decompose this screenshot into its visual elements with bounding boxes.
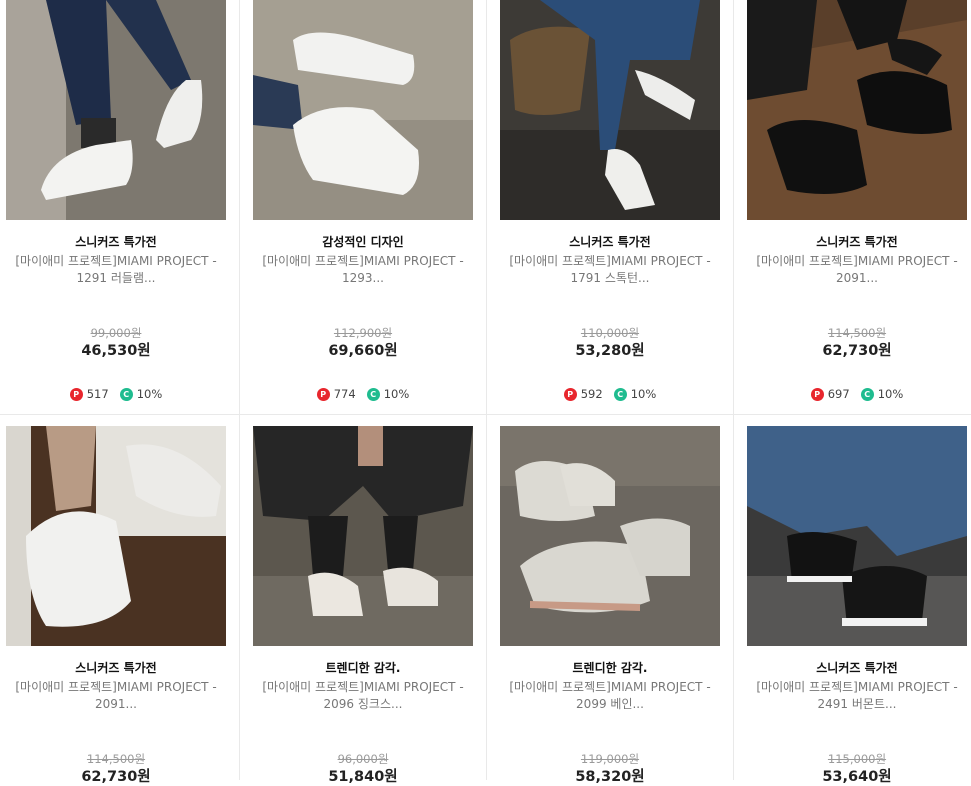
original-price: 112,900원 [333, 326, 393, 340]
product-image[interactable] [253, 426, 473, 646]
product-image[interactable] [747, 426, 967, 646]
grid-divider [733, 0, 734, 780]
coupon-value: 10% [630, 387, 657, 401]
coupon-icon: C [119, 387, 133, 401]
reward-row: P 697 C 10% [739, 387, 971, 401]
product-title[interactable]: 트렌디한 감각. [245, 660, 481, 676]
coupon-value: 10% [877, 387, 904, 401]
product-card[interactable]: 스니커즈 특가전 [마이애미 프로젝트]MIAMI PROJECT - 2091… [747, 0, 967, 401]
product-description[interactable]: [마이애미 프로젝트]MIAMI PROJECT - 2099 베인... [492, 679, 728, 713]
coupon-icon: C [860, 387, 874, 401]
product-card[interactable]: 스니커즈 특가전 [마이애미 프로젝트]MIAMI PROJECT - 2091… [6, 426, 226, 786]
points-icon: P [810, 387, 824, 401]
reward-row: P 592 C 10% [492, 387, 728, 401]
original-price: 119,000원 [580, 752, 640, 766]
original-price: 114,500원 [827, 326, 887, 340]
product-description[interactable]: [마이애미 프로젝트]MIAMI PROJECT - 1291 러들램... [0, 253, 234, 287]
sale-price: 51,840원 [328, 769, 398, 785]
product-image[interactable] [6, 0, 226, 220]
points-value: 517 [86, 387, 109, 401]
product-grid: 스니커즈 특가전 [마이애미 프로젝트]MIAMI PROJECT - 1291… [0, 0, 971, 785]
points-icon: P [316, 387, 330, 401]
points-value: 697 [827, 387, 850, 401]
product-description[interactable]: [마이애미 프로젝트]MIAMI PROJECT - 2091... [739, 253, 971, 287]
sale-price: 53,640원 [822, 769, 892, 785]
product-title[interactable]: 스니커즈 특가전 [739, 660, 971, 676]
product-image[interactable] [6, 426, 226, 646]
original-price: 114,500원 [86, 752, 146, 766]
product-card[interactable]: 감성적인 디자인 [마이애미 프로젝트]MIAMI PROJECT - 1293… [253, 0, 473, 401]
product-card[interactable]: 스니커즈 특가전 [마이애미 프로젝트]MIAMI PROJECT - 1791… [500, 0, 720, 401]
product-card[interactable]: 스니커즈 특가전 [마이애미 프로젝트]MIAMI PROJECT - 1291… [6, 0, 226, 401]
product-image[interactable] [253, 0, 473, 220]
product-title[interactable]: 트렌디한 감각. [492, 660, 728, 676]
product-image[interactable] [747, 0, 967, 220]
product-description[interactable]: [마이애미 프로젝트]MIAMI PROJECT - 1791 스톡턴... [492, 253, 728, 287]
product-title[interactable]: 스니커즈 특가전 [492, 234, 728, 250]
grid-divider [0, 414, 971, 415]
product-title[interactable]: 스니커즈 특가전 [0, 234, 234, 250]
grid-divider [239, 0, 240, 780]
sale-price: 62,730원 [81, 769, 151, 785]
reward-row: P 517 C 10% [0, 387, 234, 401]
sale-price: 53,280원 [575, 343, 645, 359]
grid-divider [486, 0, 487, 780]
coupon-icon: C [366, 387, 380, 401]
product-description[interactable]: [마이애미 프로젝트]MIAMI PROJECT - 2096 징크스... [245, 679, 481, 713]
coupon-icon: C [613, 387, 627, 401]
product-image[interactable] [500, 0, 720, 220]
product-description[interactable]: [마이애미 프로젝트]MIAMI PROJECT - 2091... [0, 679, 234, 713]
points-icon: P [69, 387, 83, 401]
coupon-value: 10% [383, 387, 410, 401]
points-icon: P [563, 387, 577, 401]
product-description[interactable]: [마이애미 프로젝트]MIAMI PROJECT - 2491 버몬트... [739, 679, 971, 713]
product-description[interactable]: [마이애미 프로젝트]MIAMI PROJECT - 1293... [245, 253, 481, 287]
points-value: 774 [333, 387, 356, 401]
reward-row: P 774 C 10% [245, 387, 481, 401]
product-title[interactable]: 스니커즈 특가전 [0, 660, 234, 676]
product-card[interactable]: 트렌디한 감각. [마이애미 프로젝트]MIAMI PROJECT - 2099… [500, 426, 720, 786]
original-price: 96,000원 [337, 752, 389, 766]
product-card[interactable]: 스니커즈 특가전 [마이애미 프로젝트]MIAMI PROJECT - 2491… [747, 426, 967, 786]
product-image[interactable] [500, 426, 720, 646]
original-price: 99,000원 [90, 326, 142, 340]
original-price: 110,000원 [580, 326, 640, 340]
sale-price: 69,660원 [328, 343, 398, 359]
coupon-value: 10% [136, 387, 163, 401]
points-value: 592 [580, 387, 603, 401]
product-title[interactable]: 스니커즈 특가전 [739, 234, 971, 250]
sale-price: 62,730원 [822, 343, 892, 359]
original-price: 115,000원 [827, 752, 887, 766]
sale-price: 58,320원 [575, 769, 645, 785]
product-title[interactable]: 감성적인 디자인 [245, 234, 481, 250]
product-card[interactable]: 트렌디한 감각. [마이애미 프로젝트]MIAMI PROJECT - 2096… [253, 426, 473, 786]
sale-price: 46,530원 [81, 343, 151, 359]
